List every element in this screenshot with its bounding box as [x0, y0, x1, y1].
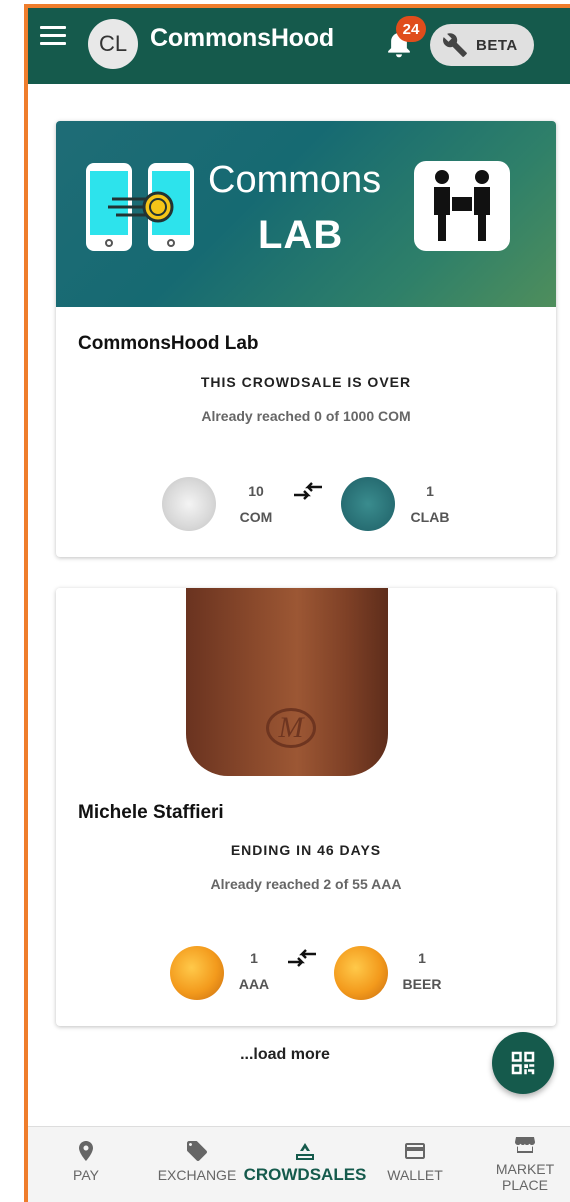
nav-label: MARKET PLACE — [495, 1161, 555, 1193]
load-more-link[interactable]: ...load more — [0, 1046, 570, 1064]
get-amount: 1 — [426, 483, 434, 499]
nav-label: PAY — [73, 1167, 99, 1183]
com-token-logo — [162, 477, 216, 531]
ice-cream-bar-image: M — [186, 588, 388, 776]
swap-arrows-icon — [288, 949, 316, 967]
crowdsale-card[interactable]: M Michele Staffieri ENDING IN 46 DAYS Al… — [56, 588, 556, 1026]
nav-label: WALLET — [387, 1167, 443, 1183]
beta-button[interactable]: BETA — [430, 24, 534, 66]
nav-label: EXCHANGE — [157, 1167, 237, 1183]
wrench-icon — [443, 33, 467, 57]
clab-token-logo — [341, 477, 395, 531]
crowdsale-title: CommonsHood Lab — [78, 333, 259, 354]
beta-label: BETA — [476, 36, 518, 54]
store-icon — [515, 1137, 535, 1153]
crowdsale-title: Michele Staffieri — [78, 802, 224, 823]
avatar[interactable]: CL — [88, 19, 138, 69]
crowdsale-progress: Already reached 2 of 55 AAA — [210, 876, 402, 892]
nav-pay[interactable]: PAY — [58, 1127, 114, 1202]
banner-subtitle: LAB — [258, 213, 344, 257]
qr-code-icon — [511, 1051, 535, 1075]
give-amount: 1 — [250, 950, 258, 966]
app-title: CommonsHood — [150, 24, 334, 52]
qr-scan-button[interactable] — [492, 1032, 554, 1094]
nav-marketplace[interactable]: MARKET PLACE — [488, 1127, 562, 1202]
menu-icon[interactable] — [40, 26, 66, 48]
aaa-token-logo — [170, 946, 224, 1000]
notification-badge: 24 — [396, 16, 426, 42]
swap-arrows-icon — [294, 482, 322, 500]
nav-crowdsales[interactable]: CROWDSALES — [242, 1127, 368, 1202]
nav-label: CROWDSALES — [243, 1165, 367, 1184]
get-amount: 1 — [418, 950, 426, 966]
crowdsale-status: THIS CROWDSALE IS OVER — [200, 374, 412, 390]
get-symbol: CLAB — [410, 509, 450, 525]
give-symbol: COM — [239, 509, 273, 525]
tag-icon — [187, 1141, 207, 1161]
beer-token-logo — [334, 946, 388, 1000]
nav-wallet[interactable]: WALLET — [380, 1127, 450, 1202]
transfer-coin-icon — [108, 191, 174, 223]
nav-exchange[interactable]: EXCHANGE — [152, 1127, 242, 1202]
give-symbol: AAA — [238, 976, 270, 992]
crowdsale-product-image: M — [56, 588, 556, 776]
get-symbol: BEER — [402, 976, 442, 992]
crowdsale-banner-image: Commons LAB — [56, 121, 556, 307]
crowdsale-card[interactable]: Commons LAB CommonsHood Lab THIS CROWDSA… — [56, 121, 556, 557]
crowdsale-icon — [296, 1143, 314, 1160]
location-pin-icon — [79, 1141, 93, 1161]
crowdsale-progress: Already reached 0 of 1000 COM — [201, 408, 411, 424]
bottom-navigation: PAY EXCHANGE CROWDSALES WALLET MARKET PL… — [28, 1126, 570, 1202]
give-amount: 10 — [248, 483, 264, 499]
banner-title: Commons — [208, 159, 382, 201]
wallet-card-icon — [405, 1143, 425, 1159]
crowdsale-status: ENDING IN 46 DAYS — [230, 842, 382, 858]
exchange-people-icon — [414, 161, 510, 251]
brand-m-logo: M — [266, 708, 316, 748]
